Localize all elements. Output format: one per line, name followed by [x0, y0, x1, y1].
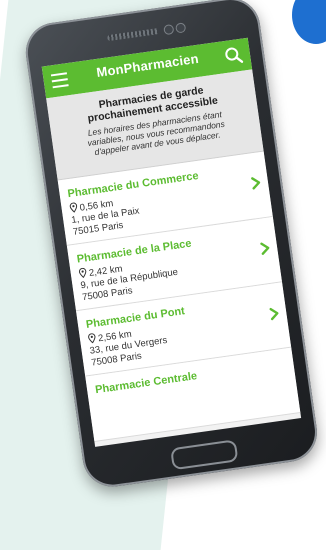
map-pin-icon	[88, 333, 96, 344]
pharmacy-list: Pharmacie du Commerce 0,56 km 1, rue de …	[57, 151, 301, 442]
pharmacy-name[interactable]: Pharmacie du Pont	[85, 305, 185, 331]
map-pin-icon	[78, 267, 87, 279]
chevron-right-icon[interactable]	[258, 240, 272, 258]
front-camera	[163, 23, 175, 36]
home-button[interactable]	[170, 439, 239, 471]
sensor	[175, 22, 187, 34]
map-pin-icon	[69, 202, 78, 213]
speaker-grille	[106, 28, 160, 42]
hamburger-menu-icon[interactable]	[50, 72, 69, 89]
pharmacy-name[interactable]: Pharmacie Centrale	[94, 370, 197, 396]
phone-screen: MonPharmacien Pharmacies de garde procha…	[41, 37, 302, 447]
search-icon[interactable]	[223, 44, 246, 67]
pharmacy-name[interactable]: Pharmacie de la Place	[76, 238, 192, 266]
background-blue-shape	[292, 0, 326, 44]
chevron-right-icon[interactable]	[267, 305, 281, 323]
chevron-right-icon[interactable]	[249, 174, 263, 192]
